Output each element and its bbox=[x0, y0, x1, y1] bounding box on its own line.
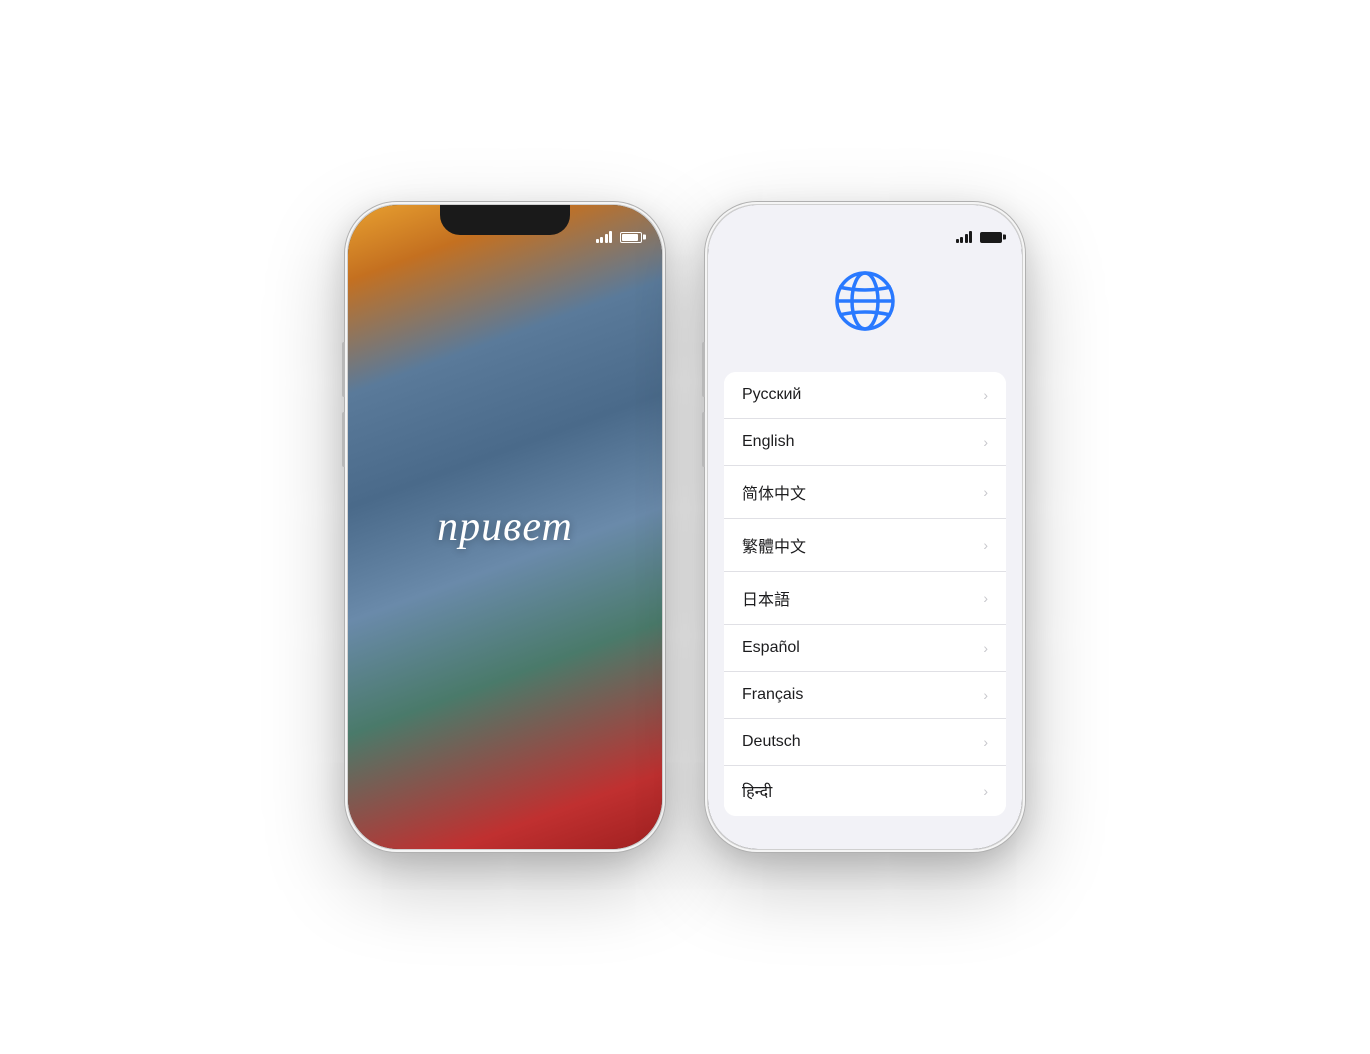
language-label-german: Deutsch bbox=[742, 733, 801, 751]
language-label-chinese-traditional: 繁體中文 bbox=[742, 533, 806, 557]
chevron-icon: › bbox=[983, 783, 988, 799]
language-label-japanese: 日本語 bbox=[742, 586, 790, 610]
status-icons-2 bbox=[956, 231, 1003, 243]
chevron-icon: › bbox=[983, 640, 988, 656]
signal-icon bbox=[596, 231, 613, 243]
volume-up-button[interactable] bbox=[342, 342, 345, 397]
globe-icon bbox=[829, 265, 901, 342]
language-screen: Русский › English › 简体中文 › 繁體中文 › 日本語 bbox=[708, 205, 1022, 849]
volume-up-button-2[interactable] bbox=[702, 342, 705, 397]
chevron-icon: › bbox=[983, 734, 988, 750]
status-bar-2 bbox=[708, 205, 1022, 249]
language-item-japanese[interactable]: 日本語 › bbox=[724, 572, 1006, 625]
language-item-german[interactable]: Deutsch › bbox=[724, 719, 1006, 766]
phone-1: привет bbox=[345, 202, 665, 852]
volume-down-button[interactable] bbox=[342, 412, 345, 467]
chevron-icon: › bbox=[983, 387, 988, 403]
language-label-french: Français bbox=[742, 686, 803, 704]
chevron-icon: › bbox=[983, 590, 988, 606]
volume-down-button-2[interactable] bbox=[702, 412, 705, 467]
status-bar-1 bbox=[348, 205, 662, 249]
notch-2 bbox=[800, 205, 930, 235]
status-icons-1 bbox=[596, 231, 643, 243]
chevron-icon: › bbox=[983, 687, 988, 703]
language-item-french[interactable]: Français › bbox=[724, 672, 1006, 719]
language-item-chinese-traditional[interactable]: 繁體中文 › bbox=[724, 519, 1006, 572]
phone-1-inner: привет bbox=[348, 205, 662, 849]
language-label-hindi: हिन्दी bbox=[742, 780, 772, 802]
chevron-icon: › bbox=[983, 434, 988, 450]
language-label-english: English bbox=[742, 433, 794, 451]
chevron-icon: › bbox=[983, 537, 988, 553]
language-item-spanish[interactable]: Español › bbox=[724, 625, 1006, 672]
language-label-chinese-simplified: 简体中文 bbox=[742, 480, 806, 504]
notch-1 bbox=[440, 205, 570, 235]
language-label-russian: Русский bbox=[742, 386, 801, 404]
language-item-chinese-simplified[interactable]: 简体中文 › bbox=[724, 466, 1006, 519]
language-item-hindi[interactable]: हिन्दी › bbox=[724, 766, 1006, 816]
battery-icon-2 bbox=[980, 232, 1002, 243]
language-item-english[interactable]: English › bbox=[724, 419, 1006, 466]
language-item-russian[interactable]: Русский › bbox=[724, 372, 1006, 419]
phone-2: Русский › English › 简体中文 › 繁體中文 › 日本語 bbox=[705, 202, 1025, 852]
greeting-text: привет bbox=[437, 503, 573, 551]
splash-screen: привет bbox=[348, 205, 662, 849]
signal-icon-2 bbox=[956, 231, 973, 243]
language-label-spanish: Español bbox=[742, 639, 800, 657]
phone-2-inner: Русский › English › 简体中文 › 繁體中文 › 日本語 bbox=[708, 205, 1022, 849]
battery-icon bbox=[620, 232, 642, 243]
chevron-icon: › bbox=[983, 484, 988, 500]
language-list: Русский › English › 简体中文 › 繁體中文 › 日本語 bbox=[724, 372, 1006, 816]
